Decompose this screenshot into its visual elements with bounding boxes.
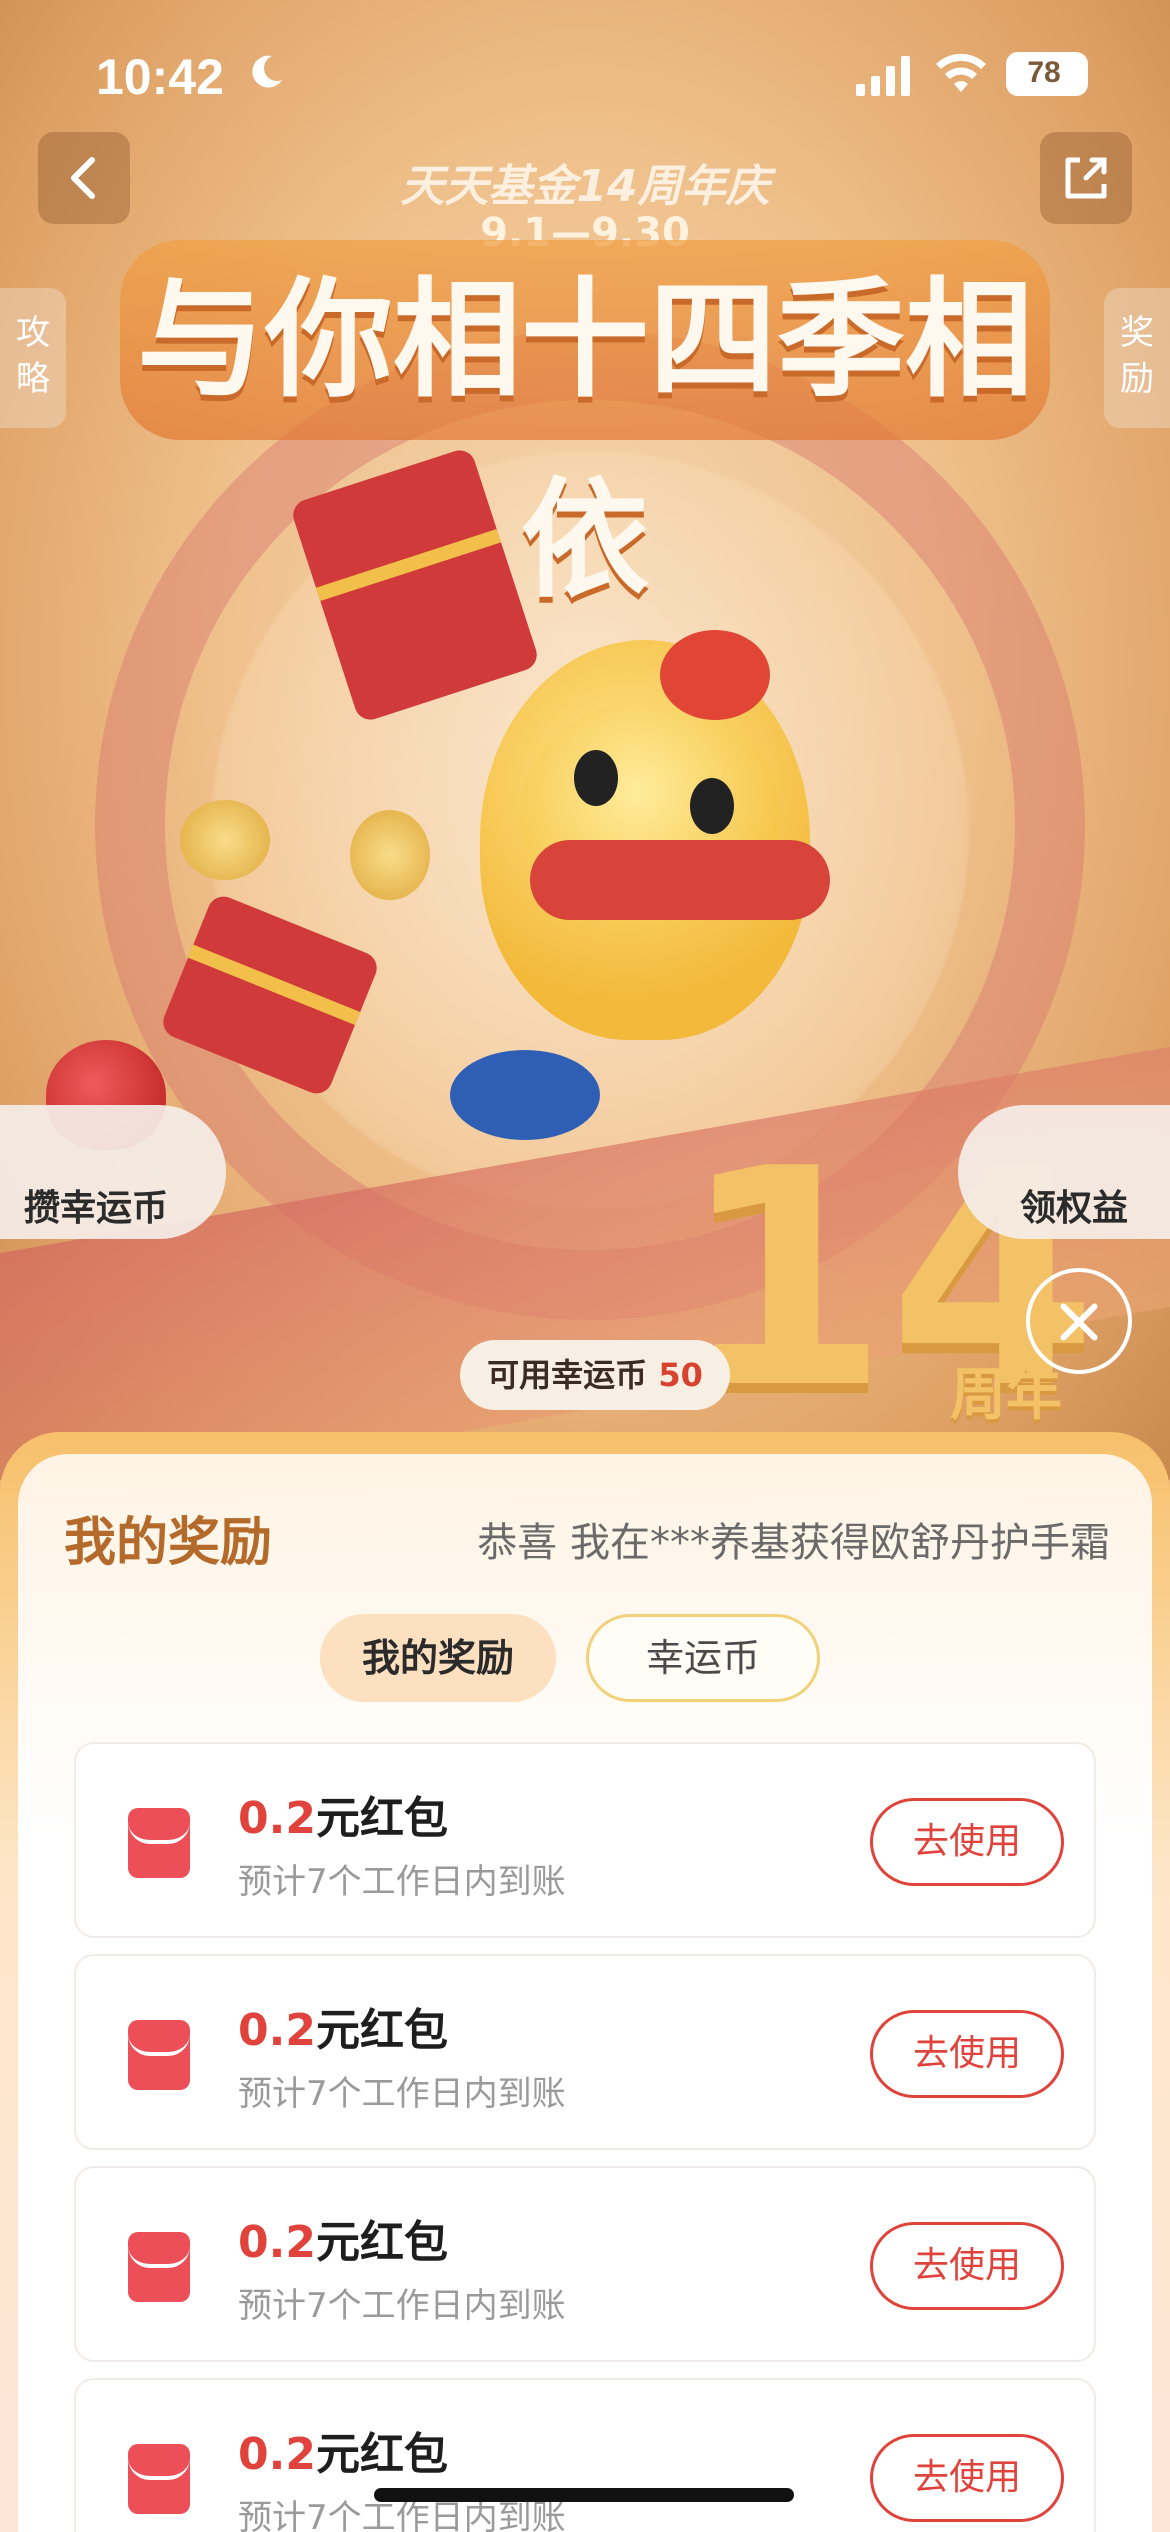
use-reward-button[interactable]: 去使用 bbox=[870, 2010, 1064, 2098]
red-envelope-icon bbox=[128, 2444, 190, 2514]
reward-value: 0.2 bbox=[238, 2217, 316, 2268]
reward-card: 0.2元红包 预计7个工作日内到账 去使用 bbox=[74, 1954, 1096, 2150]
red-envelope-icon bbox=[128, 1808, 190, 1878]
use-reward-button[interactable]: 去使用 bbox=[870, 2434, 1064, 2522]
lucky-coins-label: 可用幸运币 bbox=[487, 1356, 648, 1394]
home-indicator[interactable] bbox=[374, 2488, 794, 2502]
mascot-chick-eye bbox=[574, 750, 618, 806]
reward-amount: 0.2元红包 bbox=[238, 2206, 448, 2270]
chevron-left-icon bbox=[71, 157, 95, 199]
rewards-tab[interactable]: 奖励 bbox=[1104, 288, 1170, 428]
reward-card: 0.2元红包 预计7个工作日内到账 去使用 bbox=[74, 2166, 1096, 2362]
event-subtitle: 天天基金14周年庆 bbox=[400, 161, 770, 212]
gold-coin-decoration bbox=[350, 810, 430, 900]
winner-marquee: 恭喜 我在***养基获得欧舒丹护手霜 bbox=[477, 1520, 1110, 1566]
battery-level: 78 bbox=[1027, 56, 1061, 89]
use-reward-button[interactable]: 去使用 bbox=[870, 1798, 1064, 1886]
share-button[interactable] bbox=[1040, 132, 1132, 224]
reward-description: 预计7个工作日内到账 bbox=[238, 2286, 566, 2326]
reward-amount: 0.2元红包 bbox=[238, 1994, 448, 2058]
reward-card: 0.2元红包 预计7个工作日内到账 去使用 bbox=[74, 2378, 1096, 2532]
reward-value: 0.2 bbox=[238, 2005, 316, 2056]
cellular-signal-icon bbox=[856, 56, 910, 96]
gold-coin-decoration bbox=[180, 800, 270, 880]
status-bar: 10:42 78 bbox=[0, 0, 1170, 150]
lucky-coins-value: 50 bbox=[658, 1356, 703, 1394]
reward-amount: 0.2元红包 bbox=[238, 1782, 448, 1846]
wifi-icon bbox=[936, 53, 986, 92]
event-title: 与你相十四季相依 bbox=[120, 240, 1050, 615]
back-button[interactable] bbox=[38, 132, 130, 224]
share-icon bbox=[1065, 157, 1107, 199]
reward-description: 预计7个工作日内到账 bbox=[238, 1862, 566, 1902]
reward-unit: 元红包 bbox=[315, 2005, 448, 2056]
mascot-chick-eye bbox=[690, 778, 734, 834]
reward-amount: 0.2元红包 bbox=[238, 2418, 448, 2482]
reward-value: 0.2 bbox=[238, 1793, 316, 1844]
strategy-tab[interactable]: 攻略 bbox=[0, 288, 66, 428]
available-lucky-coins: 可用幸运币 50 bbox=[460, 1340, 730, 1410]
red-envelope-icon bbox=[128, 2020, 190, 2090]
reward-unit: 元红包 bbox=[315, 2429, 448, 2480]
mascot-chick-comb bbox=[660, 630, 770, 720]
tab-my-rewards[interactable]: 我的奖励 bbox=[320, 1614, 556, 1702]
moon-icon bbox=[252, 55, 282, 88]
mascot-chick-scarf bbox=[530, 840, 830, 920]
status-time: 10:42 bbox=[96, 49, 224, 105]
battery-indicator: 78 bbox=[1006, 52, 1088, 96]
reward-card: 0.2元红包 预计7个工作日内到账 去使用 bbox=[74, 1742, 1096, 1938]
tab-lucky-coins[interactable]: 幸运币 bbox=[586, 1614, 820, 1702]
sheet-title: 我的奖励 bbox=[64, 1513, 273, 1573]
claim-benefits-button[interactable]: 领权益 bbox=[958, 1105, 1170, 1239]
use-reward-button[interactable]: 去使用 bbox=[870, 2222, 1064, 2310]
earn-lucky-coins-button[interactable]: 攒幸运币 bbox=[0, 1105, 226, 1239]
reward-value: 0.2 bbox=[238, 2429, 316, 2480]
red-envelope-icon bbox=[128, 2232, 190, 2302]
close-sheet-button[interactable] bbox=[1026, 1268, 1132, 1374]
reward-unit: 元红包 bbox=[315, 1793, 448, 1844]
reward-description: 预计7个工作日内到账 bbox=[238, 2074, 566, 2114]
reward-unit: 元红包 bbox=[315, 2217, 448, 2268]
mascot-chick-shoe bbox=[450, 1050, 600, 1140]
